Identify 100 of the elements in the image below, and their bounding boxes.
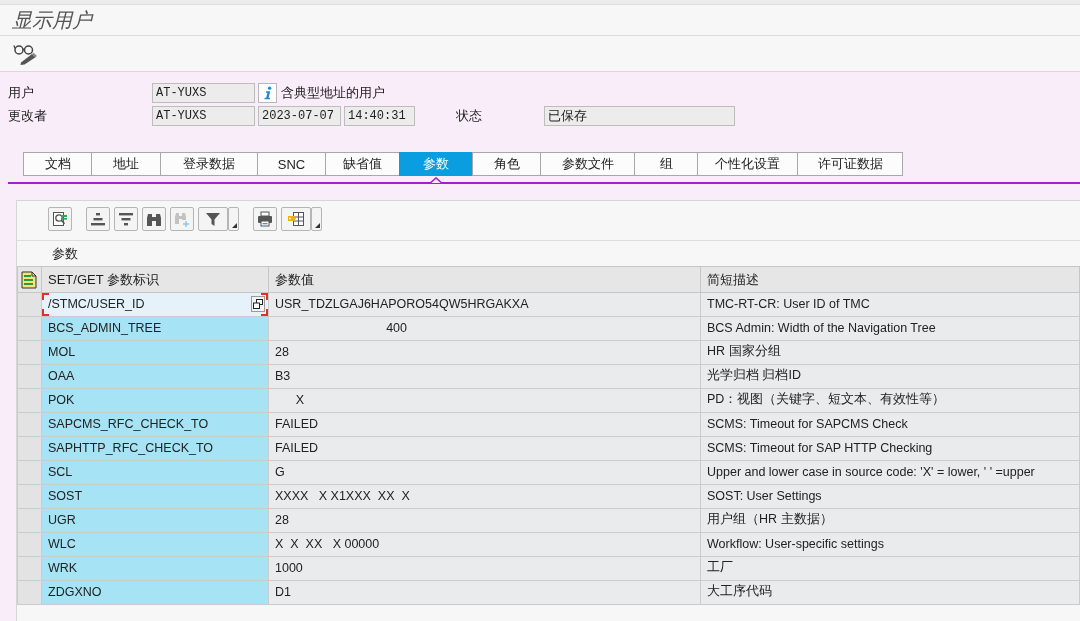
changed-by-field[interactable]: AT-YUXS [152,106,255,126]
table-cell[interactable]: /STMC/USER_ID [41,292,269,317]
row-selector[interactable] [17,532,42,557]
table-tag-icon [287,211,305,227]
table-cell: FAILED [268,436,701,461]
dropdown-button[interactable] [311,207,322,231]
column-header[interactable]: SET/GET 参数标识 [41,266,269,293]
display-change-button[interactable] [13,42,37,65]
table-cell: 工厂 [700,556,1080,581]
sort-descending-button[interactable] [114,207,138,231]
tab[interactable]: 参数文件 [540,152,634,176]
table-cell: TMC-RT-CR: User ID of TMC [700,292,1080,317]
table-cell[interactable]: WRK [41,556,269,581]
sort-ascending-button[interactable] [86,207,110,231]
row-selector[interactable] [17,484,42,509]
table-cell[interactable]: BCS_ADMIN_TREE [41,316,269,341]
table-cell[interactable]: SCL [41,460,269,485]
value-help-button[interactable] [251,296,265,312]
table-cell: XXXX X X1XXX XX X [268,484,701,509]
table-cell[interactable]: OAA [41,364,269,389]
info-button[interactable] [258,83,277,103]
row-selector[interactable] [17,580,42,605]
field-label: 用户 [8,84,35,102]
user-description: 含典型地址的用户 [281,84,385,102]
select-all-button[interactable] [17,266,42,293]
table-cell: 400 [268,316,701,341]
table-cell[interactable]: ZDGXNO [41,580,269,605]
tab[interactable]: 登录数据 [160,152,257,176]
table-cell: X [268,388,701,413]
tab[interactable]: 文档 [23,152,91,176]
sort-descending-icon [118,211,134,227]
window-title: 显示用户 [12,7,92,33]
table-cell: 28 [268,340,701,365]
caret-icon [315,223,320,228]
glasses-pencil-icon [13,42,37,65]
table-cell[interactable]: MOL [41,340,269,365]
table-cell: SCMS: Timeout for SAP HTTP Checking [700,436,1080,461]
row-selector[interactable] [17,412,42,437]
table-cell: Workflow: User-specific settings [700,532,1080,557]
table-cell: BCS Admin: Width of the Navigation Tree [700,316,1080,341]
field-label: 状态 [456,107,483,125]
layout-button[interactable] [281,207,311,231]
table-cell[interactable]: SOST [41,484,269,509]
table-cell: 28 [268,508,701,533]
row-selector[interactable] [17,508,42,533]
magnifier-document-icon [52,211,68,227]
column-header[interactable]: 参数值 [268,266,701,293]
row-selector[interactable] [17,556,42,581]
table-cell: B3 [268,364,701,389]
date-field[interactable]: 2023-07-07 [258,106,341,126]
table-cell: 用户组（HR 主数据） [700,508,1080,533]
table-cell: 大工序代码 [700,580,1080,605]
table-cell[interactable]: SAPHTTP_RFC_CHECK_TO [41,436,269,461]
table-cell: G [268,460,701,485]
row-selector[interactable] [17,364,42,389]
tab[interactable]: 组 [634,152,697,176]
table-cell[interactable]: UGR [41,508,269,533]
table-cell: D1 [268,580,701,605]
filter-button[interactable] [198,207,228,231]
tab[interactable]: 个性化设置 [697,152,797,176]
tab[interactable]: 角色 [472,152,540,176]
tab[interactable]: SNC [257,152,325,176]
parameter-id: /STMC/USER_ID [48,296,145,311]
table-cell: HR 国家分组 [700,340,1080,365]
printer-icon [257,211,273,227]
table-cell: X X XX X 00000 [268,532,701,557]
tab[interactable]: 地址 [91,152,160,176]
find-button[interactable] [142,207,166,231]
table-cell: SOST: User Settings [700,484,1080,509]
document-lines-icon [21,270,37,289]
tab[interactable]: 许可证数据 [797,152,903,176]
sort-ascending-icon [90,211,106,227]
row-selector[interactable] [17,388,42,413]
overlapping-squares-icon [253,299,263,309]
column-header[interactable]: 简短描述 [700,266,1080,293]
details-button[interactable] [48,207,72,231]
status-field[interactable]: 已保存 [544,106,735,126]
tab[interactable]: 缺省值 [325,152,399,176]
row-selector[interactable] [17,316,42,341]
table-cell: FAILED [268,412,701,437]
table-cell: 光学归档 归档ID [700,364,1080,389]
table-title: 参数 [52,244,78,263]
table-cell[interactable]: WLC [41,532,269,557]
caret-icon [232,223,237,228]
binoculars-plus-icon [174,211,190,227]
binoculars-icon [146,211,162,227]
row-selector[interactable] [17,460,42,485]
row-selector[interactable] [17,292,42,317]
user-field[interactable]: AT-YUXS [152,83,255,103]
print-button[interactable] [253,207,277,231]
row-selector[interactable] [17,340,42,365]
table-cell: PD：视图（关键字、短文本、有效性等） [700,388,1080,413]
time-field[interactable]: 14:40:31 [344,106,415,126]
filter-icon [205,211,221,227]
row-selector[interactable] [17,436,42,461]
table-cell: Upper and lower case in source code: 'X' = lower, ' ' =upper [700,460,1080,485]
dropdown-button[interactable] [228,207,239,231]
table-cell[interactable]: POK [41,388,269,413]
table-cell[interactable]: SAPCMS_RFC_CHECK_TO [41,412,269,437]
info-icon [262,86,273,100]
